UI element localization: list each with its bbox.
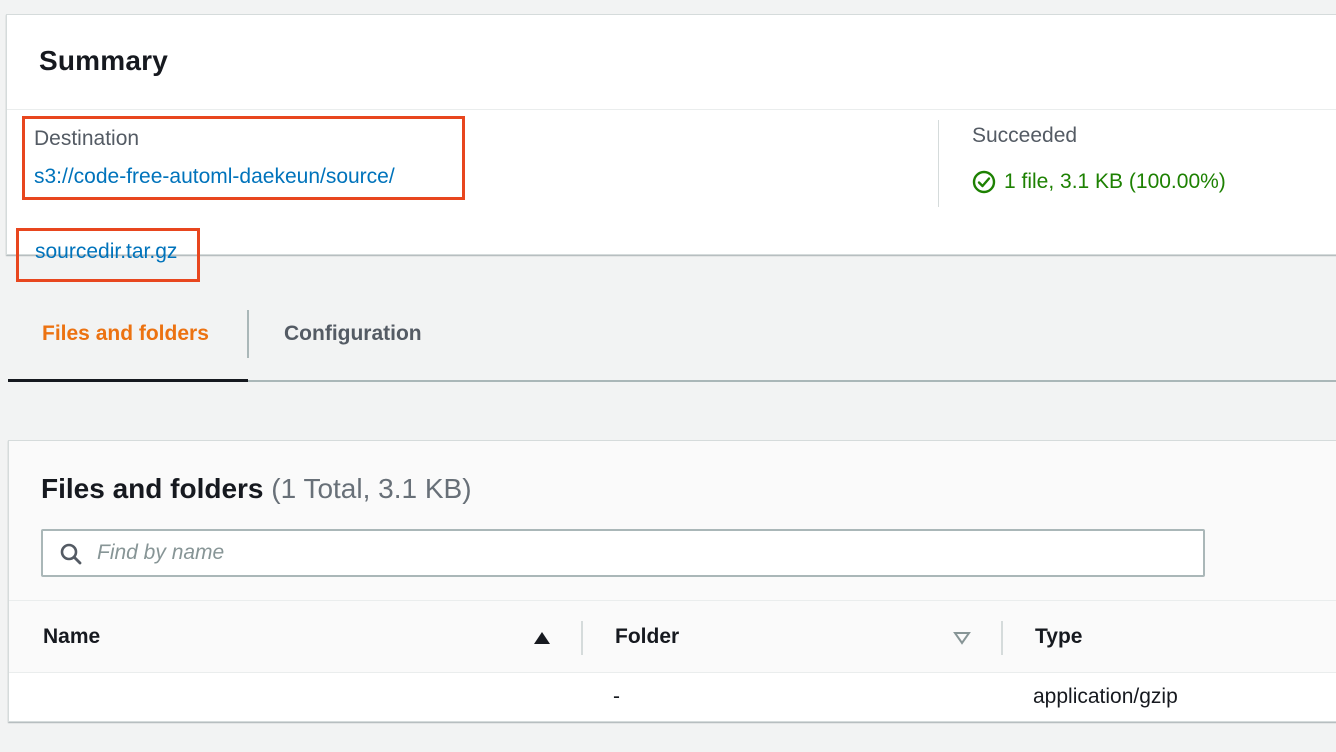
files-count: (1 Total, 3.1 KB) xyxy=(271,473,472,504)
cell-folder: - xyxy=(613,685,620,708)
destination-label: Destination xyxy=(34,127,140,150)
active-tab-indicator xyxy=(8,379,248,382)
table-header: Name Folder Type xyxy=(9,601,1336,673)
tab-separator xyxy=(247,310,249,358)
column-header-type[interactable]: Type xyxy=(1035,625,1082,649)
summary-divider xyxy=(938,120,939,207)
caret-down-outline-icon[interactable] xyxy=(953,631,971,645)
check-circle-icon xyxy=(972,170,996,194)
files-header: Files and folders (1 Total, 3.1 KB) xyxy=(9,441,1336,601)
destination-highlight-box: Destination s3://code-free-automl-daekeu… xyxy=(22,116,465,200)
search-input[interactable] xyxy=(95,537,1195,569)
tab-configuration[interactable]: Configuration xyxy=(284,322,422,346)
caret-up-icon[interactable] xyxy=(533,631,551,645)
column-separator[interactable] xyxy=(1001,621,1003,655)
search-icon xyxy=(60,543,82,565)
file-name-link[interactable]: sourcedir.tar.gz xyxy=(35,240,177,264)
summary-header: Summary xyxy=(7,15,1336,110)
files-title-text: Files and folders xyxy=(41,473,264,504)
search-box[interactable] xyxy=(41,529,1205,577)
column-header-name[interactable]: Name xyxy=(43,625,100,649)
cell-type: application/gzip xyxy=(1033,685,1178,708)
succeeded-value: 1 file, 3.1 KB (100.00%) xyxy=(1004,170,1226,193)
tab-bar: Files and folders Configuration xyxy=(8,300,1336,382)
files-title: Files and folders (1 Total, 3.1 KB) xyxy=(41,473,472,505)
summary-title: Summary xyxy=(39,45,169,76)
succeeded-status: 1 file, 3.1 KB (100.00%) xyxy=(972,170,1226,194)
files-panel: Files and folders (1 Total, 3.1 KB) Name… xyxy=(8,440,1336,722)
destination-link[interactable]: s3://code-free-automl-daekeun/source/ xyxy=(34,165,395,189)
column-header-folder[interactable]: Folder xyxy=(615,625,679,649)
tab-files-and-folders[interactable]: Files and folders xyxy=(42,322,209,346)
file-name-highlight-box: sourcedir.tar.gz xyxy=(16,228,200,282)
column-separator[interactable] xyxy=(581,621,583,655)
succeeded-label: Succeeded xyxy=(972,124,1078,147)
table-row: - application/gzip xyxy=(9,673,1336,721)
